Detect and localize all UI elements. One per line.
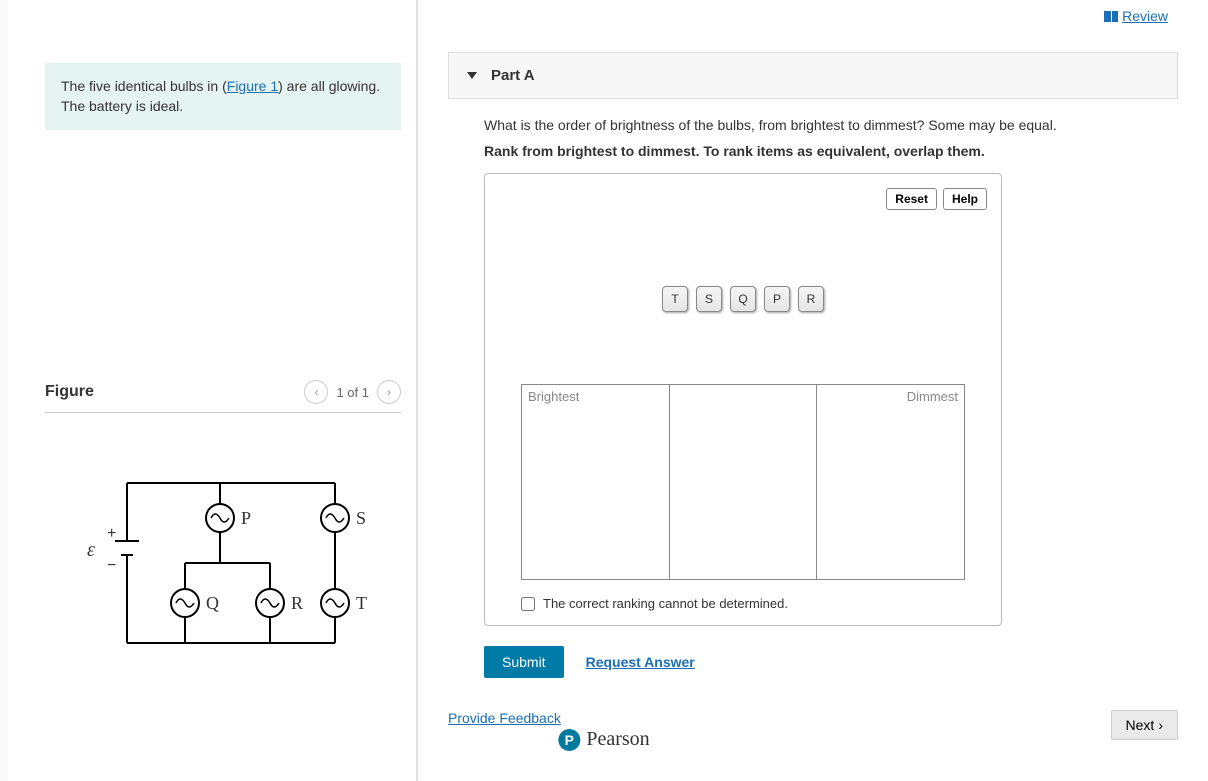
- figure-prev-button[interactable]: ‹: [304, 380, 328, 404]
- bulb-label-Q: Q: [206, 593, 219, 614]
- intro-text-pre: The five identical bulbs in (: [61, 78, 227, 94]
- figure-pager-text: 1 of 1: [336, 385, 369, 400]
- chips-area: T S Q P R: [485, 214, 1001, 384]
- figure-title: Figure: [45, 383, 94, 401]
- undetermined-checkbox[interactable]: [521, 597, 535, 611]
- dimmest-label: Dimmest: [907, 389, 958, 404]
- pearson-logo-icon: P: [558, 729, 580, 751]
- battery-plus: +: [107, 525, 116, 543]
- provide-feedback-link[interactable]: Provide Feedback: [448, 710, 561, 726]
- question-text: What is the order of brightness of the b…: [484, 117, 1178, 133]
- pearson-text: Pearson: [586, 728, 649, 751]
- next-button[interactable]: Next ›: [1111, 710, 1178, 740]
- bulb-label-P: P: [241, 508, 251, 529]
- pearson-brand: P Pearson: [558, 728, 649, 751]
- drop-col-2[interactable]: [670, 385, 818, 579]
- chip-R[interactable]: R: [798, 286, 824, 312]
- battery-minus: −: [107, 557, 116, 575]
- reset-button[interactable]: Reset: [886, 188, 937, 210]
- undetermined-label: The correct ranking cannot be determined…: [543, 596, 788, 611]
- figure-link[interactable]: Figure 1: [227, 78, 278, 94]
- problem-intro: The five identical bulbs in (Figure 1) a…: [45, 63, 401, 130]
- chip-S[interactable]: S: [696, 286, 722, 312]
- next-label: Next: [1126, 717, 1155, 733]
- chip-P[interactable]: P: [764, 286, 790, 312]
- caret-down-icon: [467, 72, 477, 79]
- drop-col-1[interactable]: [522, 385, 670, 579]
- drop-col-3[interactable]: [817, 385, 964, 579]
- chip-T[interactable]: T: [662, 286, 688, 312]
- chip-Q[interactable]: Q: [730, 286, 756, 312]
- bulb-label-S: S: [356, 508, 366, 529]
- book-icon: [1104, 11, 1118, 22]
- request-answer-link[interactable]: Request Answer: [586, 654, 695, 670]
- emf-label: ε: [87, 539, 95, 562]
- instruction-text: Rank from brightest to dimmest. To rank …: [484, 143, 1178, 159]
- brightest-label: Brightest: [528, 389, 579, 404]
- ranking-widget: Reset Help T S Q P R Brightest Dimmest T…: [484, 173, 1002, 626]
- submit-button[interactable]: Submit: [484, 646, 564, 678]
- part-title: Part A: [491, 67, 535, 84]
- help-button[interactable]: Help: [943, 188, 987, 210]
- figure-next-button[interactable]: ›: [377, 380, 401, 404]
- circuit-diagram: + − ε P S Q R T: [75, 453, 375, 673]
- part-header[interactable]: Part A: [448, 52, 1178, 99]
- bulb-label-T: T: [356, 593, 367, 614]
- review-text: Review: [1122, 8, 1168, 24]
- chevron-right-icon: ›: [1158, 717, 1163, 733]
- review-link[interactable]: Review: [1104, 8, 1168, 24]
- bulb-label-R: R: [291, 593, 303, 614]
- drop-zone[interactable]: Brightest Dimmest: [521, 384, 965, 580]
